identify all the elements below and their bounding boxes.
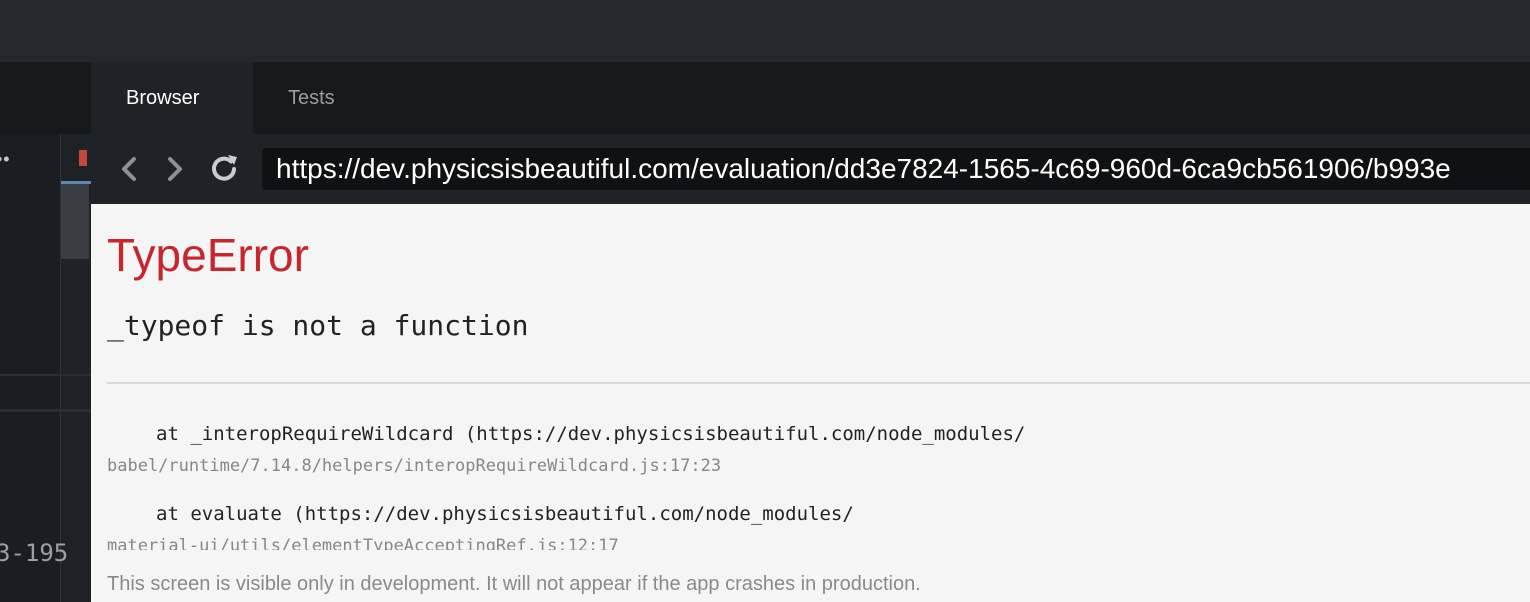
url-bar[interactable]: https://dev.physicsisbeautiful.com/evalu… <box>262 148 1530 190</box>
editor-divider <box>0 374 91 376</box>
error-overlay: TypeError _typeof is not a function at _… <box>91 204 1530 602</box>
stack-frame-call: at evaluate (https://dev.physicsisbeauti… <box>156 503 854 525</box>
stack-frame: at _interopRequireWildcard (https://dev.… <box>107 422 1025 478</box>
back-button[interactable] <box>111 151 147 187</box>
stack-frame-path: babel/runtime/7.14.8/helpers/interopRequ… <box>107 456 722 476</box>
chevron-right-icon <box>168 157 182 181</box>
editor-pane: •• 3-195 <box>0 62 91 602</box>
chevron-left-icon <box>122 157 136 181</box>
error-marker <box>79 150 87 166</box>
editor-scrollbar-thumb[interactable] <box>61 183 89 259</box>
editor-divider <box>0 409 91 412</box>
reload-button[interactable] <box>206 151 242 187</box>
tab-browser-label: Browser <box>126 87 200 109</box>
editor-scroll-highlight <box>61 181 91 184</box>
tab-browser[interactable]: Browser <box>91 62 253 134</box>
editor-tab-strip <box>0 62 91 134</box>
error-message: _typeof is not a function <box>107 309 529 342</box>
reload-icon <box>212 155 237 181</box>
stack-frame-call: at _interopRequireWildcard (https://dev.… <box>156 423 1026 445</box>
more-options-icon[interactable]: •• <box>0 150 11 168</box>
top-toolbar <box>0 0 1530 62</box>
browser-nav-bar: https://dev.physicsisbeautiful.com/evalu… <box>91 134 1530 204</box>
error-title: TypeError <box>107 229 309 281</box>
dev-notice: This screen is visible only in developme… <box>107 573 921 595</box>
stack-frame-path: material-ui/utils/elementTypeAcceptingRe… <box>107 536 619 550</box>
tab-tests[interactable]: Tests <box>253 62 373 134</box>
forward-button[interactable] <box>157 151 193 187</box>
preview-tab-bar: Browser Tests <box>91 62 1530 134</box>
tab-tests-label: Tests <box>288 87 335 109</box>
editor-code-fragment: 3-195 <box>0 539 69 567</box>
stack-frame: at evaluate (https://dev.physicsisbeauti… <box>107 502 854 550</box>
error-divider <box>107 382 1530 384</box>
